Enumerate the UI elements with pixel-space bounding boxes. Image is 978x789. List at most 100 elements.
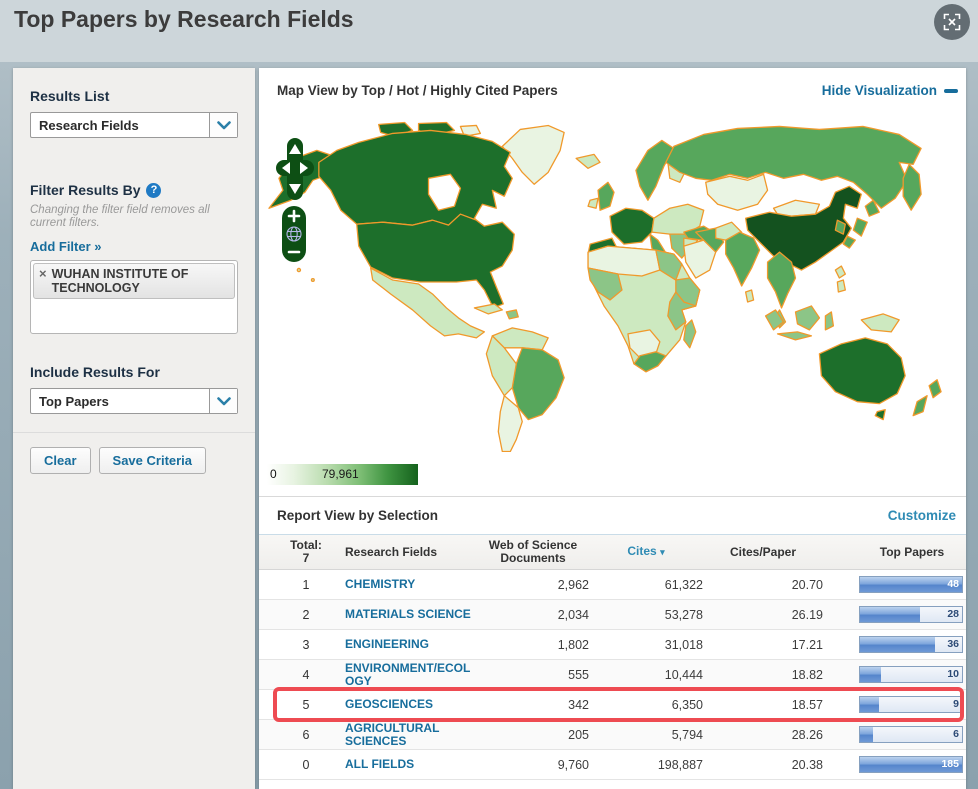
top-papers-bar: 10 bbox=[859, 666, 963, 683]
cites-per-paper-value: 18.57 bbox=[791, 697, 823, 712]
top-papers-bar: 9 bbox=[859, 696, 963, 713]
cites-value: 10,444 bbox=[664, 667, 703, 682]
column-header-cites[interactable]: Cites ▾ bbox=[589, 545, 703, 559]
wos-documents-value: 205 bbox=[568, 727, 589, 742]
map-view-title: Map View by Top / Hot / Highly Cited Pap… bbox=[277, 83, 558, 98]
title-band: Top Papers by Research Fields bbox=[0, 0, 978, 62]
wos-documents-value: 2,034 bbox=[557, 607, 589, 622]
fullscreen-icon bbox=[943, 13, 961, 31]
top-papers-bar: 28 bbox=[859, 606, 963, 623]
section-divider bbox=[259, 496, 966, 497]
cites-value: 6,350 bbox=[671, 697, 703, 712]
legend-max: 79,961 bbox=[322, 467, 359, 481]
cites-value: 31,018 bbox=[664, 637, 703, 652]
add-filter-link[interactable]: Add Filter » bbox=[30, 239, 238, 254]
row-rank: 0 bbox=[302, 757, 310, 772]
page-title: Top Papers by Research Fields bbox=[14, 6, 354, 32]
research-field-link[interactable]: CHEMISTRY bbox=[345, 578, 477, 591]
row-rank: 4 bbox=[302, 667, 310, 682]
top-papers-bar: 36 bbox=[859, 636, 963, 653]
results-list-dropdown[interactable]: Research Fields bbox=[30, 112, 238, 138]
filter-note: Changing the filter field removes all cu… bbox=[30, 204, 210, 229]
chevron-down-icon bbox=[209, 113, 237, 137]
filter-tag-label: WUHAN INSTITUTE OF TECHNOLOGY bbox=[51, 267, 189, 295]
wos-documents-value: 555 bbox=[568, 667, 589, 682]
research-field-link[interactable]: ALL FIELDS bbox=[345, 758, 477, 771]
cites-per-paper-value: 28.26 bbox=[791, 727, 823, 742]
customize-link[interactable]: Customize bbox=[888, 508, 956, 523]
row-rank: 1 bbox=[302, 577, 310, 592]
report-table-body: 1 CHEMISTRY 2,962 61,322 20.70 48 2 MATE… bbox=[259, 570, 966, 780]
map-country-brazil bbox=[511, 347, 565, 421]
include-results-dropdown[interactable]: Top Papers bbox=[30, 388, 238, 414]
column-header-wos-documents[interactable]: Web of Science Documents bbox=[477, 539, 589, 565]
report-table: Total: 7 Research Fields Web of Science D… bbox=[259, 534, 966, 780]
table-row: 3 ENGINEERING 1,802 31,018 17.21 36 bbox=[259, 630, 966, 660]
remove-filter-icon[interactable]: × bbox=[39, 267, 47, 295]
cites-per-paper-value: 18.82 bbox=[791, 667, 823, 682]
row-rank: 5 bbox=[302, 697, 310, 712]
wos-documents-value: 342 bbox=[568, 697, 589, 712]
wos-documents-value: 9,760 bbox=[557, 757, 589, 772]
help-icon[interactable]: ? bbox=[146, 182, 162, 198]
active-filters-box: × WUHAN INSTITUTE OF TECHNOLOGY bbox=[30, 260, 238, 334]
research-field-link[interactable]: ENGINEERING bbox=[345, 638, 477, 651]
map-country-greenland bbox=[501, 124, 565, 185]
cites-per-paper-value: 20.70 bbox=[791, 577, 823, 592]
map-legend: 0 79,961 bbox=[267, 464, 418, 485]
report-view-title: Report View by Selection bbox=[277, 508, 439, 523]
research-field-link[interactable]: GEOSCIENCES bbox=[345, 698, 477, 711]
clear-button[interactable]: Clear bbox=[30, 447, 91, 474]
minus-icon bbox=[944, 88, 958, 93]
save-criteria-button[interactable]: Save Criteria bbox=[98, 447, 207, 474]
cites-value: 5,794 bbox=[671, 727, 703, 742]
filters-sidebar: Results List Research Fields Filter Resu… bbox=[13, 68, 255, 789]
column-header-top-papers[interactable]: Top Papers bbox=[859, 545, 965, 559]
map-country-india bbox=[725, 231, 761, 287]
wos-documents-value: 1,802 bbox=[557, 637, 589, 652]
map-country-russia bbox=[665, 125, 922, 209]
table-row: 0 ALL FIELDS 9,760 198,887 20.38 185 bbox=[259, 750, 966, 780]
main-panel: Map View by Top / Hot / Highly Cited Pap… bbox=[259, 68, 966, 789]
cites-per-paper-value: 26.19 bbox=[791, 607, 823, 622]
sort-desc-icon: ▾ bbox=[660, 547, 665, 557]
wos-documents-value: 2,962 bbox=[557, 577, 589, 592]
row-rank: 3 bbox=[302, 637, 310, 652]
cites-value: 198,887 bbox=[657, 757, 703, 772]
top-papers-bar: 185 bbox=[859, 756, 963, 773]
cites-value: 61,322 bbox=[664, 577, 703, 592]
cites-value: 53,278 bbox=[664, 607, 703, 622]
hide-visualization-link[interactable]: Hide Visualization bbox=[822, 83, 958, 98]
column-header-research-fields[interactable]: Research Fields bbox=[345, 545, 477, 559]
cites-per-paper-value: 17.21 bbox=[791, 637, 823, 652]
world-map[interactable] bbox=[261, 120, 963, 453]
cites-per-paper-value: 20.38 bbox=[791, 757, 823, 772]
hide-visualization-label: Hide Visualization bbox=[821, 83, 937, 98]
research-field-link[interactable]: ENVIRONMENT/ECOLOGY bbox=[345, 661, 477, 688]
research-field-link[interactable]: AGRICULTURAL SCIENCES bbox=[345, 721, 477, 748]
results-list-label: Results List bbox=[30, 88, 110, 104]
table-row: 6 AGRICULTURAL SCIENCES 205 5,794 28.26 … bbox=[259, 720, 966, 750]
table-row: 4 ENVIRONMENT/ECOLOGY 555 10,444 18.82 1… bbox=[259, 660, 966, 690]
map-region-western-europe bbox=[609, 207, 655, 245]
table-row: 1 CHEMISTRY 2,962 61,322 20.70 48 bbox=[259, 570, 966, 600]
row-rank: 2 bbox=[302, 607, 310, 622]
include-results-label: Include Results For bbox=[30, 364, 160, 380]
fullscreen-button[interactable] bbox=[934, 4, 970, 40]
filter-results-label: Filter Results By bbox=[30, 182, 141, 198]
column-header-cites-per-paper[interactable]: Cites/Paper bbox=[703, 545, 823, 559]
top-papers-bar: 48 bbox=[859, 576, 963, 593]
table-row: 5 GEOSCIENCES 342 6,350 18.57 9 bbox=[259, 687, 966, 722]
include-results-selected: Top Papers bbox=[39, 394, 109, 409]
map-zoom-control[interactable] bbox=[282, 206, 306, 262]
results-list-selected: Research Fields bbox=[39, 118, 139, 133]
legend-min: 0 bbox=[270, 467, 277, 481]
map-country-canada bbox=[318, 129, 513, 226]
map-country-australia bbox=[818, 337, 906, 405]
top-papers-bar: 6 bbox=[859, 726, 963, 743]
filter-tag: × WUHAN INSTITUTE OF TECHNOLOGY bbox=[33, 263, 235, 299]
research-field-link[interactable]: MATERIALS SCIENCE bbox=[345, 608, 477, 621]
map-pan-control[interactable] bbox=[276, 138, 314, 200]
map-country-usa bbox=[356, 213, 515, 309]
row-rank: 6 bbox=[302, 727, 310, 742]
